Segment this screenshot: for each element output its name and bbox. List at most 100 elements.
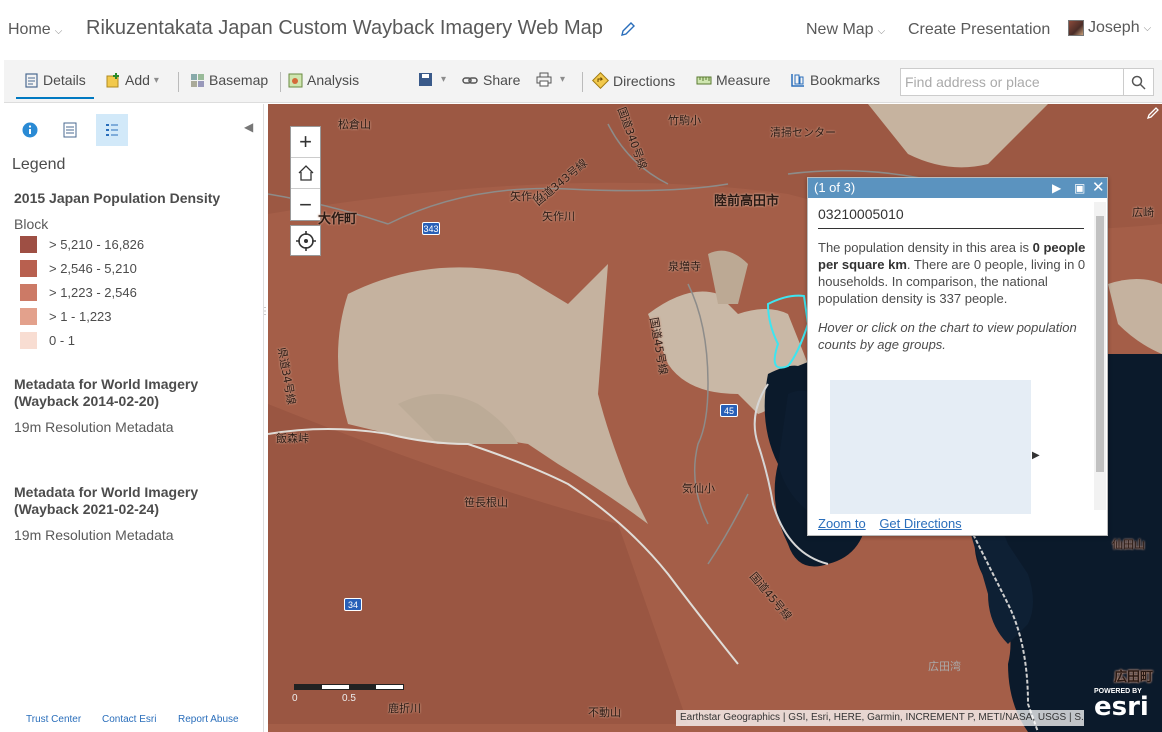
- layer-title: Metadata for World Imagery (Wayback 2014…: [14, 376, 198, 410]
- new-map-menu[interactable]: New Map ⌵: [806, 21, 885, 39]
- home-icon: [298, 165, 313, 181]
- analysis-label: Analysis: [307, 72, 360, 88]
- layer-sublabel: Block: [14, 216, 49, 232]
- user-menu[interactable]: Joseph ⌵: [1068, 19, 1151, 37]
- trust-center-link[interactable]: Trust Center: [26, 714, 81, 725]
- map-title: Rikuzentakata Japan Custom Wayback Image…: [86, 17, 603, 39]
- desc-text: The population density in this area is: [818, 240, 1033, 255]
- edit-map-icon[interactable]: [1146, 106, 1160, 120]
- map-toolbar: Details Add ▾ Basemap Analysis ▾ Share ▾ …: [4, 60, 1162, 103]
- legend-heading: Legend: [12, 156, 66, 173]
- measure-ruler-icon: [696, 76, 712, 85]
- zoom-out-button[interactable]: −: [291, 189, 320, 220]
- route-shield: 45: [720, 404, 738, 417]
- details-panel: ◀ Legend 2015 Japan Population Density B…: [4, 104, 264, 732]
- chart-next-icon[interactable]: ▶: [1032, 450, 1040, 461]
- edit-pencil-icon[interactable]: [619, 20, 637, 38]
- toolbar-divider: [280, 72, 281, 92]
- popup-hint: Hover or click on the chart to view popu…: [818, 320, 1077, 352]
- default-extent-button[interactable]: [291, 158, 320, 189]
- tab-legend[interactable]: [96, 114, 128, 146]
- basemap-label: Basemap: [209, 72, 269, 88]
- popup-description: The population density in this area is 0…: [818, 239, 1090, 307]
- legend-class-row: > 1,223 - 2,546: [20, 284, 137, 301]
- get-directions-link[interactable]: Get Directions: [879, 516, 961, 531]
- scale-label: 0.5: [342, 693, 356, 704]
- legend-swatch: [20, 236, 37, 253]
- popup-content: 03210005010 The population density in th…: [818, 206, 1090, 353]
- search-button[interactable]: [1124, 68, 1154, 96]
- tab-about[interactable]: [14, 114, 46, 146]
- panel-splitter-handle[interactable]: ⋮: [260, 306, 270, 326]
- maximize-icon[interactable]: ▣: [1074, 181, 1085, 195]
- legend-swatch: [20, 260, 37, 277]
- caret-down-icon: ▾: [153, 74, 159, 86]
- locate-button[interactable]: [290, 225, 321, 256]
- map-place-label: 飯森峠: [276, 432, 309, 445]
- map-place-label: 大作町: [318, 212, 358, 227]
- esri-wordmark: esri: [1094, 692, 1149, 722]
- chevron-down-icon: ⌵: [54, 26, 63, 37]
- esri-logo: POWERED BY esri: [1094, 688, 1149, 722]
- zoom-in-button[interactable]: +: [291, 127, 320, 158]
- popup-actions: Zoom to Get Directions: [818, 516, 972, 531]
- map-place-label: 泉増寺: [668, 260, 701, 273]
- home-menu[interactable]: Home ⌵: [8, 21, 62, 39]
- search-input[interactable]: [900, 68, 1124, 96]
- legend-class-label: > 1 - 1,223: [49, 309, 112, 324]
- save-disk-icon: [419, 73, 432, 86]
- directions-diamond-icon: [592, 72, 609, 89]
- details-button[interactable]: Details: [24, 72, 86, 88]
- contact-esri-link[interactable]: Contact Esri: [102, 714, 156, 725]
- add-layer-icon: [106, 72, 119, 87]
- share-button[interactable]: Share: [462, 72, 520, 88]
- analysis-icon: [288, 73, 303, 87]
- zoom-to-link[interactable]: Zoom to: [818, 516, 866, 531]
- add-button[interactable]: Add ▾: [106, 72, 159, 88]
- next-feature-icon[interactable]: ▶: [1052, 181, 1061, 195]
- close-icon[interactable]: ✕: [1092, 178, 1105, 196]
- age-group-chart[interactable]: [830, 380, 1031, 514]
- chevron-down-icon: ⌵: [1143, 22, 1152, 34]
- share-label: Share: [483, 72, 521, 88]
- layer-title-line: (Wayback 2014-02-20): [14, 393, 160, 409]
- add-label: Add: [125, 72, 150, 88]
- directions-label: Directions: [613, 72, 676, 89]
- legend-swatch: [20, 332, 37, 349]
- legend-swatch: [20, 284, 37, 301]
- map-place-label: 鹿折川: [388, 702, 421, 715]
- bookmarks-button[interactable]: Bookmarks: [790, 72, 880, 88]
- locate-crosshair-icon: [295, 230, 316, 251]
- popup-title: 03210005010: [818, 206, 1084, 229]
- layer-title-line: (Wayback 2021-02-24): [14, 501, 160, 517]
- legend-class-label: 0 - 1: [49, 333, 76, 348]
- toolbar-divider: [178, 72, 179, 92]
- scale-label: 0: [292, 693, 298, 704]
- layer-title-line: Metadata for World Imagery: [14, 484, 199, 500]
- legend-swatch: [20, 308, 37, 325]
- tab-content[interactable]: [54, 114, 86, 146]
- bookmarks-label: Bookmarks: [810, 72, 881, 88]
- popup-scrollbar[interactable]: [1094, 202, 1106, 510]
- map-place-label: 竹駒小: [668, 114, 701, 127]
- print-menu[interactable]: ▾: [536, 72, 565, 87]
- save-menu[interactable]: ▾: [418, 72, 446, 87]
- bookmarks-icon: [791, 74, 804, 87]
- map-place-label: 清掃センター: [770, 126, 836, 139]
- basemap-button[interactable]: Basemap: [190, 72, 268, 88]
- scrollbar-thumb[interactable]: [1096, 216, 1104, 472]
- map-place-label: 矢作小: [510, 190, 543, 203]
- measure-button[interactable]: Measure: [696, 72, 770, 88]
- directions-button[interactable]: Directions: [592, 72, 675, 89]
- create-presentation-link[interactable]: Create Presentation: [908, 21, 1050, 39]
- map-place-label: 不動山: [588, 706, 621, 719]
- feature-popup: (1 of 3) ▶ ▣ ✕ 03210005010 The populatio…: [807, 177, 1108, 536]
- report-abuse-link[interactable]: Report Abuse: [178, 714, 239, 725]
- route-shield: 34: [344, 598, 362, 611]
- new-map-label: New Map: [806, 21, 874, 38]
- collapse-panel-icon[interactable]: ◀: [244, 120, 253, 134]
- popup-header: (1 of 3) ▶ ▣ ✕: [808, 178, 1107, 198]
- analysis-button[interactable]: Analysis: [288, 72, 359, 88]
- layer-sublabel: 19m Resolution Metadata: [14, 419, 174, 435]
- top-navigation-bar: Home ⌵ Rikuzentakata Japan Custom Wayback…: [0, 0, 1162, 60]
